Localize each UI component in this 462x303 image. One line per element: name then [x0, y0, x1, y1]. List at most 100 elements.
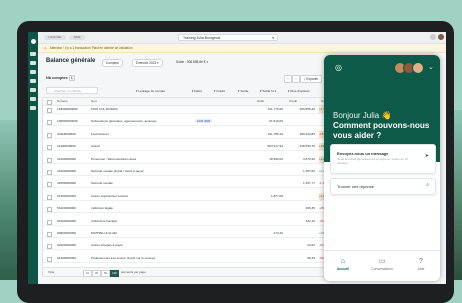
prev-page-button[interactable]: ‹: [284, 75, 292, 83]
page-size-50[interactable]: 50: [101, 269, 110, 277]
row-checkbox[interactable]: [47, 132, 52, 138]
table-row[interactable]: 62200000000 Autres charges à payer 23,62 -2…: [43, 242, 343, 251]
chat-nav-help[interactable]: ? Aide: [402, 258, 440, 271]
account-name: Personnel - Rémunérations dues: [91, 156, 137, 161]
company-selector[interactable]: Training Julia Bourgeois ▾: [178, 34, 278, 41]
table-row[interactable]: 60600000000 MATHIEU & FLAM 273,40 +273,: [43, 230, 343, 238]
filter-credit[interactable]: ▾ Crédit: [214, 88, 225, 94]
account-name: Sécurité sociale (impôt / taxes à payer): [91, 169, 145, 173]
view-chip[interactable]: Comptes: [102, 59, 123, 67]
table-row[interactable]: 42100000000 Personnel - Rémunérations due…: [43, 155, 343, 164]
top-bar: LOGICIEL AIDE Training Julia Bourgeois ▾: [38, 32, 446, 44]
top-tab-logiciel[interactable]: LOGICIEL: [44, 35, 66, 40]
notification-icon[interactable]: [430, 34, 436, 40]
top-tab-aide[interactable]: AIDE: [69, 35, 85, 40]
credit-value: 3 870,46: [302, 156, 315, 161]
nav-accounting-icon[interactable]: [30, 61, 36, 65]
export-button[interactable]: ⤓ Exporter: [300, 75, 323, 83]
row-checkbox[interactable]: [47, 256, 52, 262]
header-numero[interactable]: Numéro: [57, 98, 68, 105]
table-row[interactable]: 51200000000 Autres organismes sociaux 1 87…: [43, 192, 343, 201]
account-name: Subventions générales, agencements, amén…: [91, 119, 159, 124]
table-row[interactable]: 40118000000 Fournisseurs 211 785,19 189 229…: [43, 130, 343, 139]
table-row[interactable]: 53100000000 Indivision légale 265,35 -265,: [43, 205, 343, 214]
page-size-100[interactable]: 100: [110, 269, 119, 277]
select-all-checkbox[interactable]: [47, 100, 52, 105]
filter-label: Plus d'options: [290, 89, 310, 93]
account-number: 106000000000: [57, 119, 78, 124]
row-checkbox[interactable]: [47, 182, 52, 188]
nav-dashboard-icon[interactable]: [30, 52, 36, 56]
row-checkbox[interactable]: [47, 170, 52, 175]
page-size-20[interactable]: 20: [92, 269, 101, 277]
nav-invoice-icon[interactable]: [30, 79, 36, 83]
table-row[interactable]: 41100000000 Clients 503 917,94 338 559,76 +1…: [43, 143, 343, 152]
table-row[interactable]: 104000000000 FOIS CCL DIVERS 311 775,00 306…: [43, 106, 343, 114]
filter-debit[interactable]: ▾ Débit: [192, 88, 202, 94]
chevron-down-icon: ▾: [157, 61, 159, 65]
page-title: Balance générale: [46, 58, 96, 64]
page-size-10[interactable]: 10: [83, 269, 92, 277]
accounts-count-value: 1: [68, 75, 75, 81]
row-checkbox[interactable]: [47, 207, 52, 213]
logo-icon[interactable]: [30, 39, 36, 44]
filter-lettrage[interactable]: ▾ Lettrage du compte: [136, 88, 165, 94]
row-checkbox[interactable]: [47, 194, 52, 200]
nav-documents-icon[interactable]: [30, 97, 36, 101]
row-checkbox[interactable]: [47, 219, 52, 225]
table-footer: Total 10 20 50 100 éléments par page: [43, 267, 343, 277]
table-row[interactable]: 60100000000 Indivisions thérapie 342,15 -34…: [43, 218, 343, 226]
chat-greeting: Bonjour Julia 👋: [333, 111, 392, 120]
search-input[interactable]: ⌕ Chercher un compte: [46, 87, 98, 94]
nav-settings-icon[interactable]: [30, 106, 36, 110]
filter-solde[interactable]: ▾ Solde: [238, 88, 248, 94]
row-checkbox[interactable]: [47, 120, 52, 126]
account-name: Indivision légale: [91, 206, 114, 211]
close-chat-icon[interactable]: ⌄: [428, 63, 434, 71]
credit-value: 1 397,77: [302, 181, 315, 186]
balance-chip[interactable]: Solde : 308 658,86 € ▾: [173, 59, 211, 65]
header-debit[interactable]: Débit: [257, 98, 264, 105]
search-placeholder: Chercher un compte: [54, 89, 82, 93]
filter-solde-n1[interactable]: ▾ Solde N-1: [260, 88, 276, 94]
alert-text[interactable]: Attention ! Il y a 1 transaction Plaid e…: [50, 46, 133, 50]
table-row[interactable]: 64100000000 Prélèvements à la source (imp…: [43, 255, 343, 263]
row-checkbox[interactable]: [47, 244, 52, 250]
row-checkbox[interactable]: [47, 145, 52, 151]
account-name: Autres organismes sociaux: [91, 193, 129, 198]
find-answer-card[interactable]: Trouver une réponse ⌕: [330, 178, 436, 195]
accounts-table: Numéro Nom Débit Crédit Solde 1040000000…: [42, 97, 344, 277]
filter-label: Lettrage du compte: [138, 89, 166, 93]
debit-value: 273,40: [273, 231, 283, 235]
table-row[interactable]: 106000000000 Subventions générales, agenc…: [43, 118, 343, 127]
filter-more-options[interactable]: ▾ Plus d'options: [288, 88, 310, 94]
account-number: 64100000000: [57, 255, 76, 260]
chat-nav-home[interactable]: ⌂ Accueil: [324, 258, 362, 271]
table-row[interactable]: 43100000000 Sécurité sociale (impôt / tax…: [43, 168, 343, 176]
footer-total-label: Total: [48, 270, 55, 274]
period-select[interactable]: Exercice 2023 ▾: [132, 59, 163, 67]
next-page-button[interactable]: ›: [292, 75, 300, 83]
table-row[interactable]: 44566000000Sécurité sociale1 397,77-1 39…: [43, 180, 343, 189]
row-checkbox[interactable]: [47, 232, 52, 237]
agent-avatar: [412, 62, 424, 74]
per-page-label: éléments par page: [121, 270, 146, 274]
send-message-card[interactable]: Envoyez-nous un message Nous sommes géné…: [330, 144, 436, 174]
user-avatar[interactable]: [438, 34, 444, 40]
header-nom[interactable]: Nom: [91, 98, 97, 105]
conversations-icon: ▭: [378, 258, 386, 265]
export-label: Exporter: [306, 77, 319, 81]
filter-label: Solde N-1: [262, 89, 277, 93]
row-checkbox[interactable]: [47, 157, 52, 163]
row-checkbox[interactable]: [47, 108, 52, 113]
nav-bank-icon[interactable]: [30, 70, 36, 74]
debit-value: 61 510,00: [269, 119, 283, 124]
chat-nav-conversations[interactable]: ▭ Conversations: [363, 258, 401, 271]
account-name: Indivisions thérapie: [91, 218, 118, 223]
account-number: 60600000000: [57, 231, 76, 235]
account-name: Sécurité sociale: [91, 181, 113, 186]
header-credit[interactable]: Crédit: [289, 98, 297, 105]
account-number: 62200000000: [57, 243, 76, 248]
account-number: 40118000000: [57, 131, 76, 136]
nav-reports-icon[interactable]: [30, 88, 36, 92]
